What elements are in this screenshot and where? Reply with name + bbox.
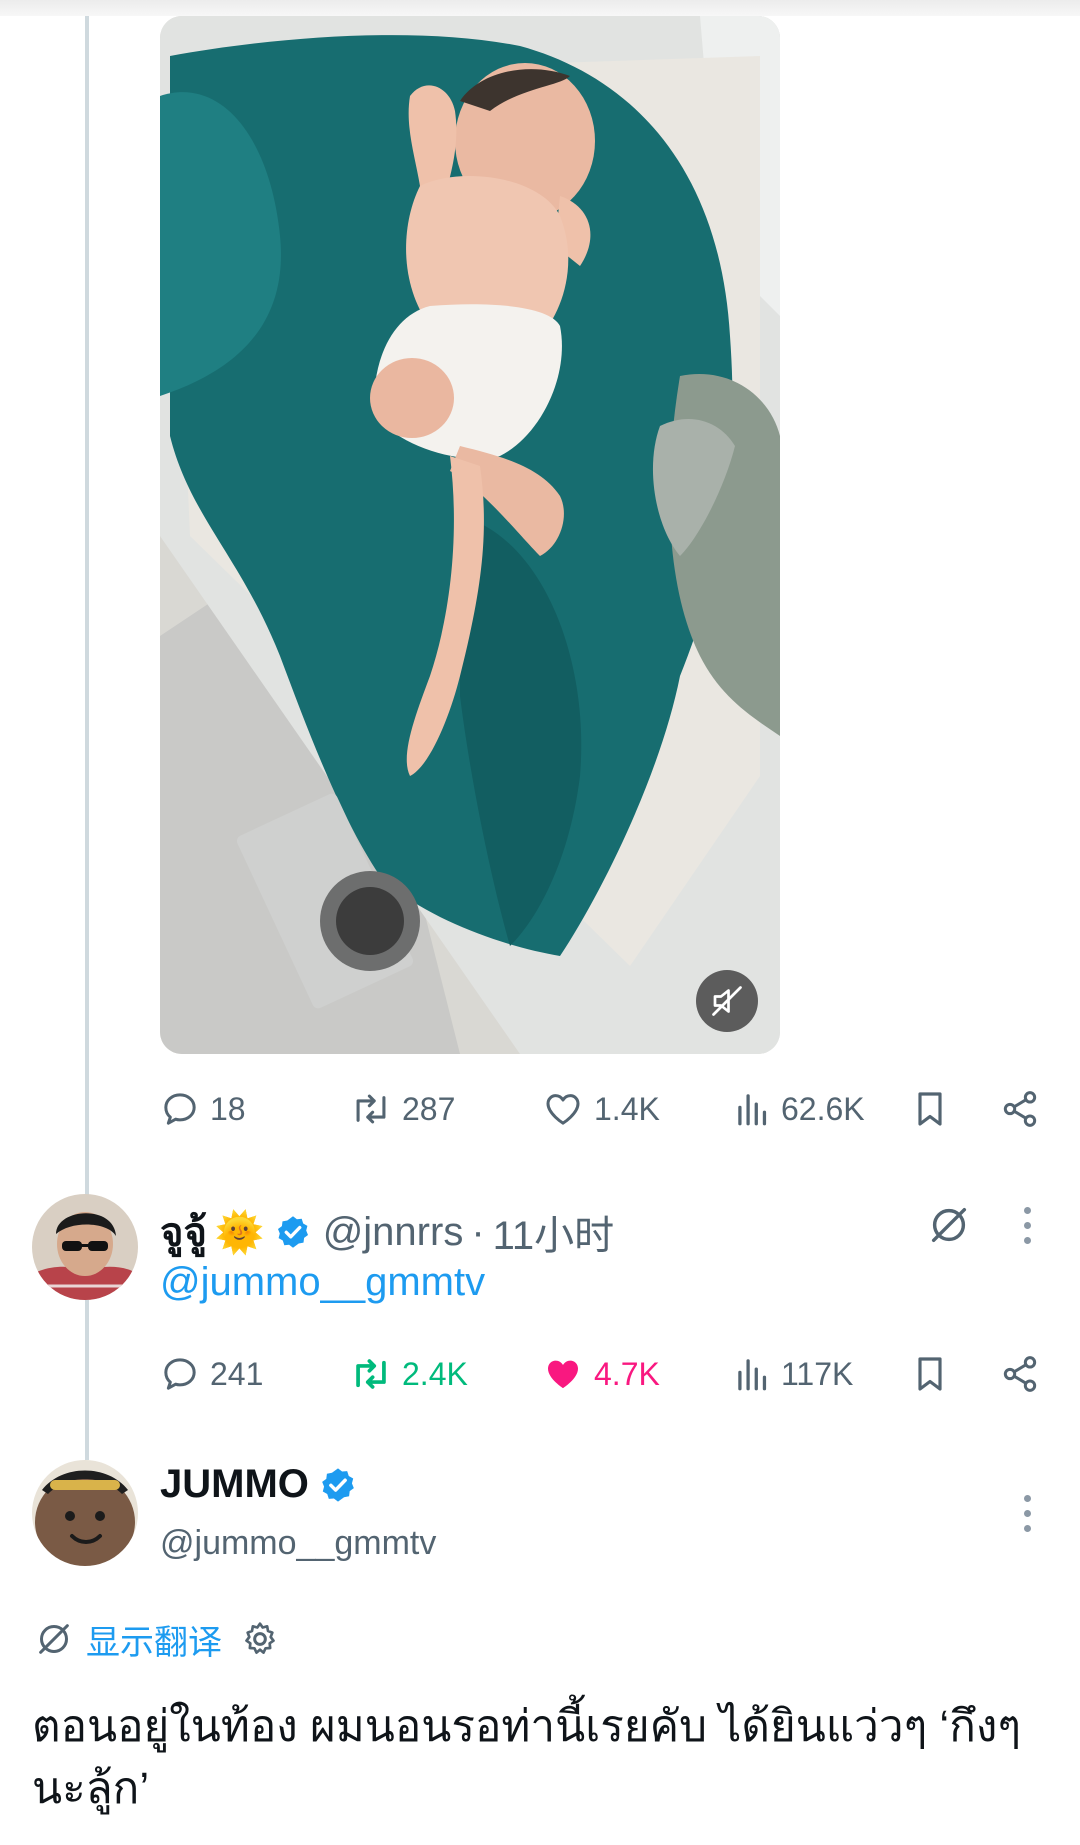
translate-globe-slash-icon xyxy=(931,1207,967,1243)
share-icon xyxy=(1003,1091,1037,1127)
avatar-image xyxy=(32,1194,138,1300)
repost-count: 287 xyxy=(402,1090,456,1127)
reply1-more-button[interactable] xyxy=(1019,1207,1035,1244)
like-count: 4.7K xyxy=(594,1355,660,1392)
show-translation-label[interactable]: 显示翻译 xyxy=(86,1615,222,1664)
views-button[interactable]: 117K xyxy=(735,1346,853,1402)
reply1-emoji: 🌞 xyxy=(214,1210,265,1255)
repost-icon xyxy=(356,1359,386,1389)
reply-count: 241 xyxy=(210,1355,264,1392)
reply2-header: JUMMO xyxy=(160,1462,357,1507)
repost-button[interactable]: 2.4K xyxy=(350,1346,468,1402)
verified-badge-icon xyxy=(277,1216,308,1248)
post-action-bar: 18 287 1.4K 62.6K xyxy=(160,1081,1045,1137)
reply1-translate-button[interactable] xyxy=(926,1202,972,1253)
muted-speaker-icon xyxy=(712,986,742,1016)
reply1-header: จูจู้ 🌞 @jnnrrs · 11小时 xyxy=(160,1200,614,1264)
views-button[interactable]: 62.6K xyxy=(735,1081,865,1137)
repost-button[interactable]: 287 xyxy=(350,1081,455,1137)
reply2-display-name[interactable]: JUMMO xyxy=(160,1462,309,1507)
gear-icon[interactable] xyxy=(240,1619,280,1659)
thread-line xyxy=(85,1300,89,1460)
translate-globe-slash-icon xyxy=(39,1624,69,1654)
reply2-more-button[interactable] xyxy=(1019,1495,1035,1532)
views-chart-icon xyxy=(738,1094,767,1126)
bookmark-button[interactable] xyxy=(912,1346,948,1402)
show-translation-button[interactable]: 显示翻译 xyxy=(34,1614,280,1664)
post-media-video[interactable] xyxy=(160,16,780,1054)
reply-button[interactable]: 241 xyxy=(160,1346,263,1402)
like-button[interactable]: 1.4K xyxy=(542,1081,660,1137)
heart-filled-icon xyxy=(548,1360,578,1389)
share-icon xyxy=(1003,1356,1037,1392)
avatar-image xyxy=(32,1460,138,1566)
share-button[interactable] xyxy=(1000,1081,1040,1137)
thread-line xyxy=(85,16,89,1206)
reply1-mention[interactable]: @jummo__gmmtv xyxy=(160,1260,485,1305)
reply-button[interactable]: 18 xyxy=(160,1081,246,1137)
verified-badge-icon xyxy=(322,1467,354,1502)
like-button[interactable]: 4.7K xyxy=(542,1346,660,1402)
views-count: 62.6K xyxy=(781,1090,865,1127)
bookmark-icon xyxy=(918,1092,942,1126)
avatar-reply2[interactable] xyxy=(32,1460,138,1566)
heart-icon xyxy=(546,1094,580,1125)
reply1-mention-text[interactable]: @jummo__gmmtv xyxy=(160,1260,485,1304)
bookmark-icon xyxy=(918,1357,942,1391)
reply1-display-name[interactable]: จูจู้ xyxy=(160,1200,207,1264)
bookmark-button[interactable] xyxy=(912,1081,948,1137)
reply1-timestamp[interactable]: 11小时 xyxy=(493,1203,615,1261)
reply-icon xyxy=(164,1093,196,1125)
reply1-action-bar: 241 2.4K 4.7K 117K xyxy=(160,1346,1045,1402)
reply2-handle[interactable]: @jummo__gmmtv xyxy=(160,1524,436,1563)
repost-icon xyxy=(356,1094,386,1124)
avatar-reply1[interactable] xyxy=(32,1194,138,1300)
reply1-separator: · xyxy=(471,1209,485,1254)
repost-count: 2.4K xyxy=(402,1355,468,1392)
baby-photo xyxy=(160,16,780,1054)
mute-toggle-button[interactable] xyxy=(696,970,758,1032)
share-button[interactable] xyxy=(1000,1346,1040,1402)
reply-count: 18 xyxy=(210,1090,246,1127)
top-scroll-edge xyxy=(0,0,1080,16)
like-count: 1.4K xyxy=(594,1090,660,1127)
views-chart-icon xyxy=(738,1359,767,1391)
reply1-handle[interactable]: @jnnrrs xyxy=(323,1210,464,1255)
views-count: 117K xyxy=(781,1355,854,1392)
reply2-text: ตอนอยู่ในท้อง ผมนอนรอท่านี้เรยคับ ได้ยิน… xyxy=(32,1702,1021,1813)
reply-icon xyxy=(164,1358,196,1390)
